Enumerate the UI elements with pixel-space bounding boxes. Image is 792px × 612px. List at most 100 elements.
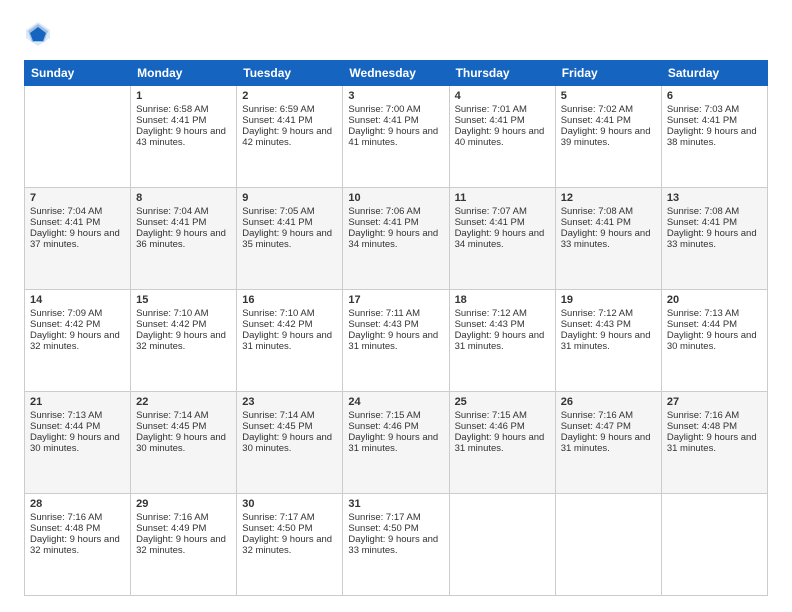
calendar-cell: 13Sunrise: 7:08 AMSunset: 4:41 PMDayligh… bbox=[661, 188, 767, 290]
sunrise-text: Sunrise: 7:10 AM bbox=[136, 308, 231, 319]
calendar-cell: 26Sunrise: 7:16 AMSunset: 4:47 PMDayligh… bbox=[555, 392, 661, 494]
sunrise-text: Sunrise: 7:10 AM bbox=[242, 308, 337, 319]
sunset-text: Sunset: 4:43 PM bbox=[348, 319, 443, 330]
day-number: 26 bbox=[561, 396, 656, 408]
sunrise-text: Sunrise: 7:06 AM bbox=[348, 206, 443, 217]
day-number: 6 bbox=[667, 90, 762, 102]
daylight-text: Daylight: 9 hours and 34 minutes. bbox=[455, 228, 550, 250]
col-header-saturday: Saturday bbox=[661, 61, 767, 86]
sunrise-text: Sunrise: 7:01 AM bbox=[455, 104, 550, 115]
day-number: 25 bbox=[455, 396, 550, 408]
day-number: 24 bbox=[348, 396, 443, 408]
sunrise-text: Sunrise: 7:09 AM bbox=[30, 308, 125, 319]
sunrise-text: Sunrise: 7:13 AM bbox=[667, 308, 762, 319]
daylight-text: Daylight: 9 hours and 30 minutes. bbox=[30, 432, 125, 454]
daylight-text: Daylight: 9 hours and 32 minutes. bbox=[242, 534, 337, 556]
sunset-text: Sunset: 4:44 PM bbox=[667, 319, 762, 330]
col-header-monday: Monday bbox=[131, 61, 237, 86]
day-number: 27 bbox=[667, 396, 762, 408]
calendar-cell: 30Sunrise: 7:17 AMSunset: 4:50 PMDayligh… bbox=[237, 494, 343, 596]
calendar-cell: 5Sunrise: 7:02 AMSunset: 4:41 PMDaylight… bbox=[555, 86, 661, 188]
sunrise-text: Sunrise: 7:12 AM bbox=[455, 308, 550, 319]
calendar-cell bbox=[555, 494, 661, 596]
daylight-text: Daylight: 9 hours and 36 minutes. bbox=[136, 228, 231, 250]
header-row: SundayMondayTuesdayWednesdayThursdayFrid… bbox=[25, 61, 768, 86]
calendar-cell: 10Sunrise: 7:06 AMSunset: 4:41 PMDayligh… bbox=[343, 188, 449, 290]
calendar-cell: 17 Sunrise: 7:11 AMSunset: 4:43 PMDayligh… bbox=[343, 290, 449, 392]
daylight-text: Daylight: 9 hours and 37 minutes. bbox=[30, 228, 125, 250]
daylight-text: Daylight: 9 hours and 34 minutes. bbox=[348, 228, 443, 250]
sunrise-text: Sunrise: 7:12 AM bbox=[561, 308, 656, 319]
day-number: 29 bbox=[136, 498, 231, 510]
sunset-text: Sunset: 4:41 PM bbox=[455, 217, 550, 228]
day-number: 1 bbox=[136, 90, 231, 102]
sunrise-text: Sunrise: 7:00 AM bbox=[348, 104, 443, 115]
sunset-text: Sunset: 4:45 PM bbox=[136, 421, 231, 432]
calendar-cell: 22Sunrise: 7:14 AMSunset: 4:45 PMDayligh… bbox=[131, 392, 237, 494]
calendar-cell: 4 Sunrise: 7:01 AMSunset: 4:41 PMDaylight… bbox=[449, 86, 555, 188]
sunrise-text: Sunrise: 7:02 AM bbox=[561, 104, 656, 115]
sunset-text: Sunset: 4:42 PM bbox=[242, 319, 337, 330]
daylight-text: Daylight: 9 hours and 30 minutes. bbox=[242, 432, 337, 454]
day-number: 2 bbox=[242, 90, 337, 102]
day-number: 10 bbox=[348, 192, 443, 204]
sunrise-text: Sunrise: 7:03 AM bbox=[667, 104, 762, 115]
col-header-sunday: Sunday bbox=[25, 61, 131, 86]
calendar-cell: 1Sunrise: 6:58 AMSunset: 4:41 PMDaylight… bbox=[131, 86, 237, 188]
col-header-tuesday: Tuesday bbox=[237, 61, 343, 86]
daylight-text: Daylight: 9 hours and 33 minutes. bbox=[667, 228, 762, 250]
day-number: 15 bbox=[136, 294, 231, 306]
day-number: 8 bbox=[136, 192, 231, 204]
sunset-text: Sunset: 4:41 PM bbox=[561, 217, 656, 228]
day-number: 11 bbox=[455, 192, 550, 204]
daylight-text: Daylight: 9 hours and 39 minutes. bbox=[561, 126, 656, 148]
sunset-text: Sunset: 4:41 PM bbox=[136, 217, 231, 228]
sunrise-text: Sunrise: 7:13 AM bbox=[30, 410, 125, 421]
day-number: 3 bbox=[348, 90, 443, 102]
sunrise-text: Sunrise: 7:16 AM bbox=[136, 512, 231, 523]
day-number: 13 bbox=[667, 192, 762, 204]
sunrise-text: Sunrise: 7:04 AM bbox=[30, 206, 125, 217]
daylight-text: Daylight: 9 hours and 31 minutes. bbox=[242, 330, 337, 352]
col-header-friday: Friday bbox=[555, 61, 661, 86]
sunrise-text: Sunrise: 7:07 AM bbox=[455, 206, 550, 217]
daylight-text: Daylight: 9 hours and 30 minutes. bbox=[136, 432, 231, 454]
sunrise-text: Sunrise: 7:15 AM bbox=[455, 410, 550, 421]
daylight-text: Daylight: 9 hours and 35 minutes. bbox=[242, 228, 337, 250]
sunset-text: Sunset: 4:46 PM bbox=[348, 421, 443, 432]
day-number: 17 bbox=[348, 294, 443, 306]
calendar-cell bbox=[661, 494, 767, 596]
daylight-text: Daylight: 9 hours and 31 minutes. bbox=[455, 330, 550, 352]
sunset-text: Sunset: 4:49 PM bbox=[136, 523, 231, 534]
sunrise-text: Sunrise: 7:11 AM bbox=[348, 308, 443, 319]
daylight-text: Daylight: 9 hours and 31 minutes. bbox=[348, 330, 443, 352]
sunrise-text: Sunrise: 7:14 AM bbox=[136, 410, 231, 421]
calendar-cell: 21Sunrise: 7:13 AMSunset: 4:44 PMDayligh… bbox=[25, 392, 131, 494]
day-number: 4 bbox=[455, 90, 550, 102]
sunset-text: Sunset: 4:46 PM bbox=[455, 421, 550, 432]
daylight-text: Daylight: 9 hours and 40 minutes. bbox=[455, 126, 550, 148]
daylight-text: Daylight: 9 hours and 31 minutes. bbox=[561, 330, 656, 352]
calendar-cell: 15Sunrise: 7:10 AMSunset: 4:42 PMDayligh… bbox=[131, 290, 237, 392]
sunset-text: Sunset: 4:41 PM bbox=[667, 115, 762, 126]
sunrise-text: Sunrise: 7:16 AM bbox=[561, 410, 656, 421]
sunset-text: Sunset: 4:48 PM bbox=[30, 523, 125, 534]
daylight-text: Daylight: 9 hours and 38 minutes. bbox=[667, 126, 762, 148]
daylight-text: Daylight: 9 hours and 32 minutes. bbox=[30, 330, 125, 352]
daylight-text: Daylight: 9 hours and 33 minutes. bbox=[348, 534, 443, 556]
sunset-text: Sunset: 4:43 PM bbox=[455, 319, 550, 330]
week-row-5: 28Sunrise: 7:16 AMSunset: 4:48 PMDayligh… bbox=[25, 494, 768, 596]
daylight-text: Daylight: 9 hours and 31 minutes. bbox=[455, 432, 550, 454]
day-number: 12 bbox=[561, 192, 656, 204]
calendar-cell: 9Sunrise: 7:05 AMSunset: 4:41 PMDaylight… bbox=[237, 188, 343, 290]
calendar-cell: 11 Sunrise: 7:07 AMSunset: 4:41 PMDayligh… bbox=[449, 188, 555, 290]
sunrise-text: Sunrise: 7:17 AM bbox=[348, 512, 443, 523]
day-number: 28 bbox=[30, 498, 125, 510]
sunset-text: Sunset: 4:41 PM bbox=[455, 115, 550, 126]
day-number: 5 bbox=[561, 90, 656, 102]
calendar-cell: 24Sunrise: 7:15 AMSunset: 4:46 PMDayligh… bbox=[343, 392, 449, 494]
calendar-cell: 27Sunrise: 7:16 AMSunset: 4:48 PMDayligh… bbox=[661, 392, 767, 494]
calendar-cell: 23Sunrise: 7:14 AMSunset: 4:45 PMDayligh… bbox=[237, 392, 343, 494]
sunrise-text: Sunrise: 7:16 AM bbox=[30, 512, 125, 523]
daylight-text: Daylight: 9 hours and 33 minutes. bbox=[561, 228, 656, 250]
